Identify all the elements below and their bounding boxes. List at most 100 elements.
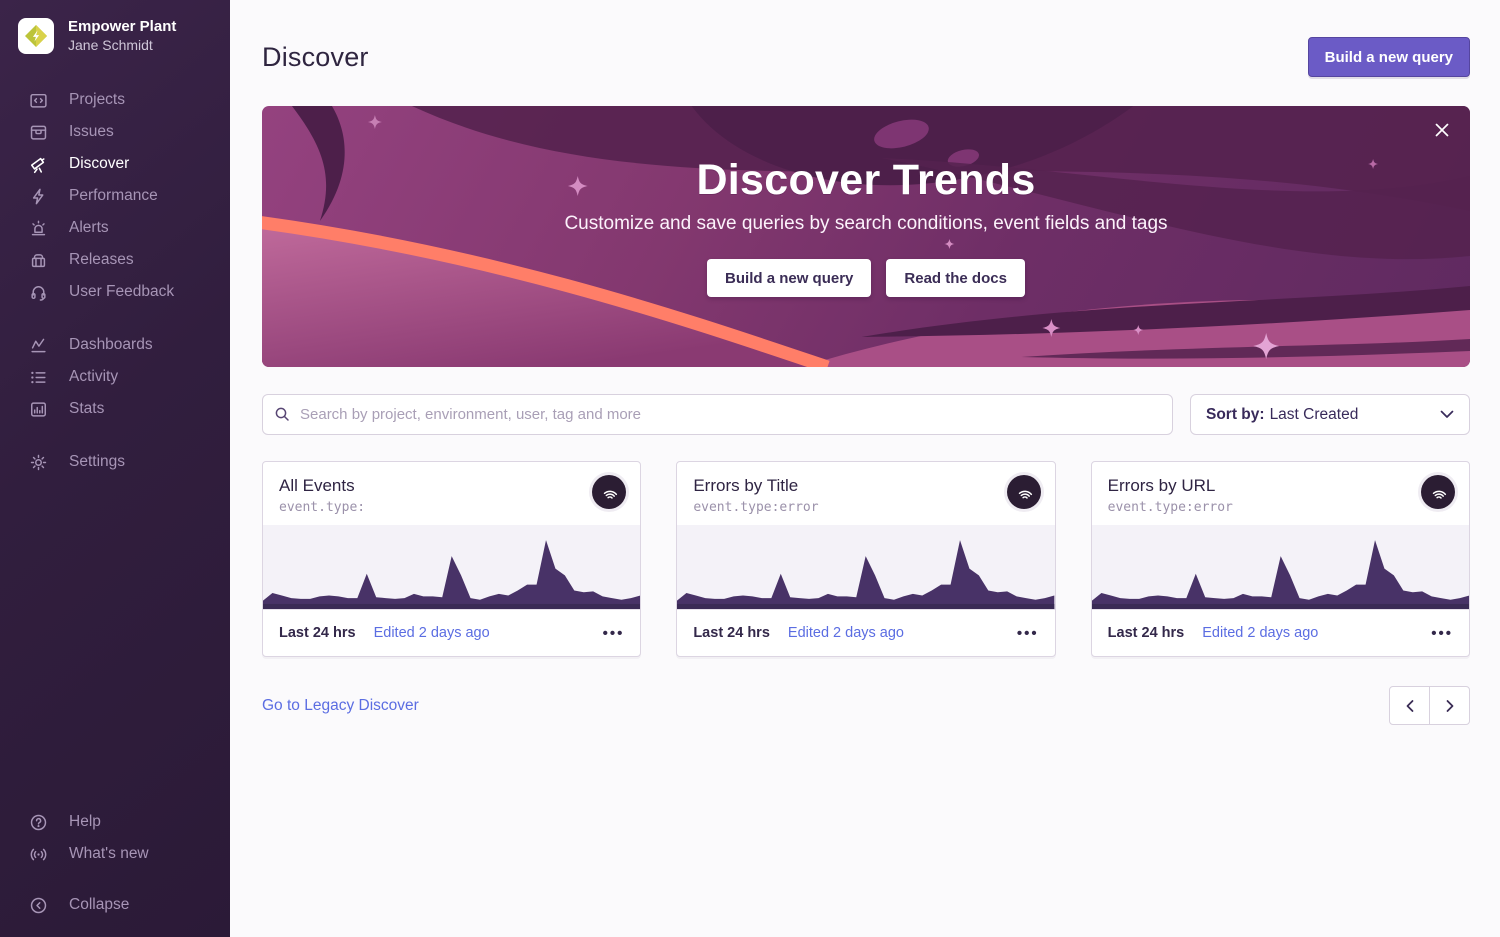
sidebar-item-label: Help [69, 813, 101, 831]
user-name: Jane Schmidt [68, 37, 176, 55]
card-timeframe: Last 24 hrs [279, 625, 356, 641]
org-name: Empower Plant [68, 18, 176, 37]
projects-icon [29, 91, 48, 110]
banner-title: Discover Trends [262, 156, 1470, 205]
card-edited-link[interactable]: Edited 2 days ago [374, 625, 490, 641]
card-title: All Events [279, 476, 580, 496]
card-query: event.type:error [693, 500, 994, 515]
sort-value: Last Created [1270, 406, 1440, 424]
sidebar-item-label: Settings [69, 453, 125, 471]
sparkline-baseline [263, 604, 640, 609]
app-window: Empower Plant Jane Schmidt Projects [0, 0, 1500, 937]
sidebar-item-label: Issues [69, 123, 114, 141]
sidebar-item-label: Activity [69, 368, 118, 386]
sort-label: Sort by: [1206, 406, 1265, 424]
sidebar-item-label: Collapse [69, 896, 129, 914]
performance-icon [29, 187, 48, 206]
card-timeframe: Last 24 hrs [1108, 625, 1185, 641]
sidebar-item-issues[interactable]: Issues [0, 116, 230, 148]
sidebar-item-label: What's new [69, 845, 149, 863]
legacy-discover-link[interactable]: Go to Legacy Discover [262, 697, 419, 715]
sidebar-item-stats[interactable]: Stats [0, 393, 230, 425]
sentry-avatar-icon [592, 475, 626, 509]
stats-icon [29, 400, 48, 419]
collapse-icon [29, 896, 48, 915]
discover-icon [29, 155, 48, 174]
sidebar-item-settings[interactable]: Settings [0, 446, 230, 478]
releases-icon [29, 251, 48, 270]
page-title: Discover [262, 42, 369, 73]
sidebar-item-releases[interactable]: Releases [0, 244, 230, 276]
sidebar: Empower Plant Jane Schmidt Projects [0, 0, 230, 937]
pagination [1389, 686, 1470, 725]
activity-icon [29, 368, 48, 387]
page-header: Discover Build a new query [262, 0, 1470, 77]
card-title: Errors by URL [1108, 476, 1409, 496]
sidebar-item-label: User Feedback [69, 283, 174, 301]
card-edited-link[interactable]: Edited 2 days ago [788, 625, 904, 641]
card-edited-link[interactable]: Edited 2 days ago [1202, 625, 1318, 641]
sidebar-item-label: Dashboards [69, 336, 153, 354]
sidebar-item-dashboards[interactable]: Dashboards [0, 329, 230, 361]
whats-new-icon [29, 845, 48, 864]
sidebar-item-activity[interactable]: Activity [0, 361, 230, 393]
banner-subtitle: Customize and save queries by search con… [262, 213, 1470, 235]
sidebar-item-user-feedback[interactable]: User Feedback [0, 276, 230, 308]
sidebar-item-label: Performance [69, 187, 158, 205]
sparkline-chart [263, 525, 640, 609]
search-input[interactable] [262, 394, 1173, 435]
sidebar-item-discover[interactable]: Discover [0, 148, 230, 180]
sort-dropdown[interactable]: Sort by: Last Created [1190, 394, 1470, 435]
card-title: Errors by Title [693, 476, 994, 496]
discover-trends-banner: Discover Trends Customize and save queri… [262, 106, 1470, 367]
query-card-errors-by-title[interactable]: Errors by Title event.type:error [676, 461, 1055, 657]
overflow-menu-icon[interactable]: ••• [603, 625, 625, 642]
sidebar-item-label: Stats [69, 400, 104, 418]
issues-icon [29, 123, 48, 142]
sidebar-settings-nav: Settings [0, 446, 230, 478]
sparkline-baseline [677, 604, 1054, 609]
sidebar-item-help[interactable]: Help [0, 806, 230, 838]
sidebar-item-projects[interactable]: Projects [0, 84, 230, 116]
sentry-avatar-icon [1421, 475, 1455, 509]
card-timeframe: Last 24 hrs [693, 625, 770, 641]
sidebar-item-performance[interactable]: Performance [0, 180, 230, 212]
banner-read-docs-button[interactable]: Read the docs [886, 259, 1025, 297]
sidebar-item-label: Projects [69, 91, 125, 109]
sidebar-item-alerts[interactable]: Alerts [0, 212, 230, 244]
toolbar: Sort by: Last Created [262, 394, 1470, 435]
sidebar-item-label: Alerts [69, 219, 109, 237]
sparkline-chart [1092, 525, 1469, 609]
chevron-down-icon [1440, 406, 1454, 424]
sparkline-area [1092, 540, 1469, 609]
sentry-avatar-icon [1007, 475, 1041, 509]
sidebar-primary-nav: Projects Issues Discover [0, 84, 230, 308]
sparkline-chart [677, 525, 1054, 609]
sidebar-item-collapse[interactable]: Collapse [0, 889, 230, 921]
sparkline-area [263, 540, 640, 609]
build-new-query-button[interactable]: Build a new query [1308, 37, 1470, 77]
query-card-errors-by-url[interactable]: Errors by URL event.type:error [1091, 461, 1470, 657]
saved-query-cards: All Events event.type: [262, 461, 1470, 657]
help-icon [29, 813, 48, 832]
overflow-menu-icon[interactable]: ••• [1017, 625, 1039, 642]
sidebar-item-whats-new[interactable]: What's new [0, 838, 230, 870]
main-content: Discover Build a new query [230, 0, 1500, 937]
org-logo [18, 18, 54, 54]
alerts-icon [29, 219, 48, 238]
card-query: event.type:error [1108, 500, 1409, 515]
sidebar-footer: Help What's new Collapse [0, 806, 230, 921]
banner-build-query-button[interactable]: Build a new query [707, 259, 871, 297]
pagination-prev-button[interactable] [1389, 686, 1430, 725]
org-switcher[interactable]: Empower Plant Jane Schmidt [0, 0, 230, 54]
query-card-all-events[interactable]: All Events event.type: [262, 461, 641, 657]
close-icon[interactable] [1431, 119, 1453, 141]
settings-icon [29, 453, 48, 472]
dashboards-icon [29, 336, 48, 355]
overflow-menu-icon[interactable]: ••• [1431, 625, 1453, 642]
sidebar-secondary-nav: Dashboards Activity Stats [0, 329, 230, 425]
sparkline-baseline [1092, 604, 1469, 609]
bottom-row: Go to Legacy Discover [262, 686, 1470, 725]
pagination-next-button[interactable] [1429, 686, 1470, 725]
card-query: event.type: [279, 500, 580, 515]
